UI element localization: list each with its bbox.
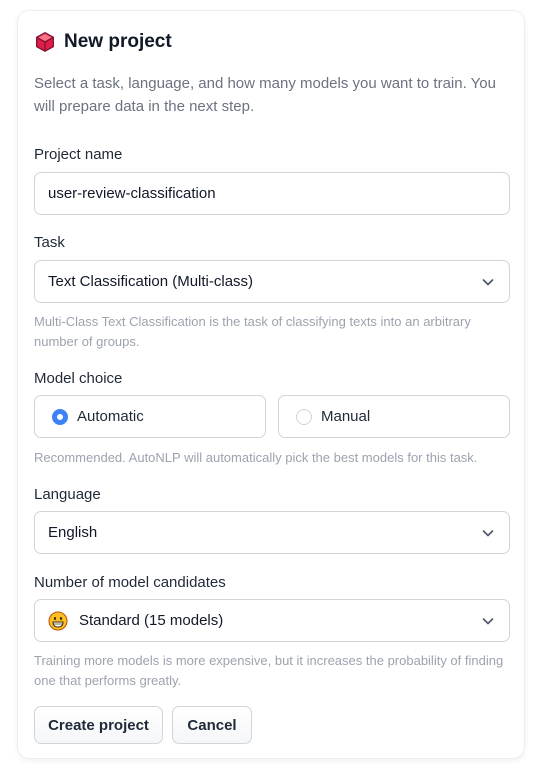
model-choice-manual-label: Manual xyxy=(321,408,371,425)
candidates-hint: Training more models is more expensive, … xyxy=(34,653,504,688)
chevron-down-icon xyxy=(482,618,494,625)
model-choice-automatic[interactable]: Automatic xyxy=(34,395,266,438)
model-choice-hint: Recommended. AutoNLP will automatically … xyxy=(34,450,478,465)
header: New project xyxy=(34,29,172,55)
language-selected-value: English xyxy=(48,524,98,541)
model-choice-manual[interactable]: Manual xyxy=(278,395,510,438)
chevron-down-icon xyxy=(482,279,494,286)
create-project-button[interactable]: Create project xyxy=(34,706,163,744)
chevron-down-icon xyxy=(482,530,494,537)
model-choice-label: Model choice xyxy=(34,370,123,387)
cancel-button[interactable]: Cancel xyxy=(172,706,252,744)
intro-text: Select a task, language, and how many mo… xyxy=(34,75,496,115)
task-selected-value: Text Classification (Multi-class) xyxy=(48,273,254,290)
project-name-input[interactable] xyxy=(48,185,496,202)
cube-icon xyxy=(36,32,54,52)
radio-selected-icon[interactable] xyxy=(52,408,68,425)
task-select[interactable]: Text Classification (Multi-class) xyxy=(34,260,510,303)
project-name-label: Project name xyxy=(34,146,123,163)
model-choice-automatic-label: Automatic xyxy=(77,408,144,425)
radio-unselected-icon[interactable] xyxy=(296,408,312,425)
new-project-card: New project Select a task, language, and… xyxy=(17,10,525,759)
candidates-label: Number of model candidates xyxy=(34,574,226,591)
language-select[interactable]: English xyxy=(34,511,510,554)
page-title: New project xyxy=(64,31,172,52)
candidates-selected-value: Standard (15 models) xyxy=(79,612,224,629)
task-hint: Multi-Class Text Classification is the t… xyxy=(34,314,471,349)
candidates-select[interactable]: Standard (15 models) xyxy=(34,599,510,642)
grinning-face-icon xyxy=(48,611,68,630)
task-label: Task xyxy=(34,234,65,251)
language-label: Language xyxy=(34,486,101,503)
project-name-field[interactable] xyxy=(34,172,510,215)
